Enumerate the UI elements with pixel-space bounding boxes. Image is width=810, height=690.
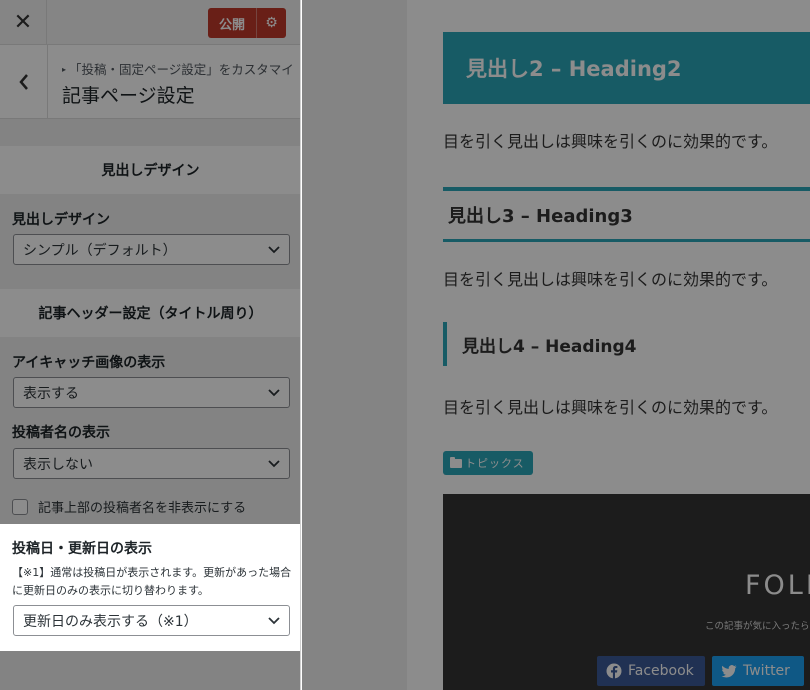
author-label: 投稿者名の表示 <box>12 425 110 441</box>
author-value: 表示しない <box>23 456 93 473</box>
paragraph-2: 目を引く見出しは興味を引くのに効果的です。 <box>443 270 778 289</box>
chevron-down-icon <box>268 389 280 397</box>
publish-button[interactable]: 公開 ⚙ <box>208 8 286 38</box>
hide-author-checkbox-row[interactable]: 記事上部の投稿者名を非表示にする <box>12 497 246 516</box>
panel-title: 記事ページ設定 <box>62 85 195 107</box>
hide-author-checkbox[interactable] <box>12 498 28 515</box>
heading-2: 見出し2 – Heading2 <box>443 32 810 104</box>
heading-design-group-title: 見出しデザイン <box>0 146 300 194</box>
twitter-follow-button[interactable]: Twitter <box>712 656 804 686</box>
chevron-down-icon <box>268 617 280 625</box>
date-display-select[interactable]: 更新日のみ表示する（※1） <box>13 605 290 636</box>
facebook-icon <box>606 663 622 679</box>
facebook-label: Facebook <box>628 663 694 679</box>
close-customizer-button[interactable]: ✕ <box>0 0 47 45</box>
author-select[interactable]: 表示しない <box>13 448 290 479</box>
preview-article: 見出し2 – Heading2 目を引く見出しは興味を引くのに効果的です。 見出… <box>407 0 810 690</box>
back-button[interactable] <box>0 45 48 119</box>
twitter-bird-icon <box>721 665 737 678</box>
customizer-sidebar: ✕ 公開 ⚙ ▸ 「投稿・固定ページ設定」をカスタマイズ中 記事ページ設定 見出し… <box>0 0 301 690</box>
follow-subtitle: この記事が気に入ったらフォローしよう <box>705 621 810 632</box>
date-display-label: 投稿日・更新日の表示 <box>12 541 152 557</box>
breadcrumb-text: 「投稿・固定ページ設定」をカスタマイズ中 <box>69 62 294 77</box>
chevron-left-icon <box>18 74 28 90</box>
facebook-follow-button[interactable]: Facebook <box>597 656 705 686</box>
paragraph-3: 目を引く見出しは興味を引くのに効果的です。 <box>443 398 778 417</box>
eyecatch-value: 表示する <box>23 385 79 402</box>
breadcrumb: ▸ 「投稿・固定ページ設定」をカスタマイズ中 <box>62 59 294 78</box>
chevron-down-icon <box>268 460 280 468</box>
heading-3: 見出し3 – Heading3 <box>443 187 810 242</box>
eyecatch-label: アイキャッチ画像の表示 <box>12 355 166 371</box>
site-preview: 見出し2 – Heading2 目を引く見出しは興味を引くのに効果的です。 見出… <box>302 0 810 690</box>
section-header: ▸ 「投稿・固定ページ設定」をカスタマイズ中 記事ページ設定 <box>0 45 300 119</box>
hide-author-checkbox-label: 記事上部の投稿者名を非表示にする <box>38 501 247 516</box>
breadcrumb-marker: ▸ <box>62 65 67 74</box>
date-display-note: 【※1】通常は投稿日が表示されます。更新があった場合に更新日のみの表示に切り替わ… <box>12 566 292 597</box>
heading-design-label: 見出しデザイン <box>12 212 110 228</box>
folder-icon <box>450 456 462 468</box>
close-icon: ✕ <box>13 10 33 35</box>
article-header-group-title: 記事ヘッダー設定（タイトル周り） <box>0 289 300 337</box>
date-display-value: 更新日のみ表示する（※1） <box>23 613 198 630</box>
eyecatch-select[interactable]: 表示する <box>13 377 290 408</box>
follow-title: FOLLOW <box>745 570 810 601</box>
category-badge[interactable]: トピックス <box>443 451 533 475</box>
heading-design-select[interactable]: シンプル（デフォルト） <box>13 234 290 265</box>
publish-label: 公開 <box>218 17 245 33</box>
twitter-label: Twitter <box>743 663 790 679</box>
heading-design-value: シンプル（デフォルト） <box>23 242 177 259</box>
customizer-topbar: ✕ 公開 ⚙ <box>0 0 300 45</box>
heading-4: 見出し4 – Heading4 <box>443 322 810 366</box>
paragraph-1: 目を引く見出しは興味を引くのに効果的です。 <box>443 132 778 151</box>
category-label: トピックス <box>465 457 525 470</box>
focus-overlay-bottom <box>0 651 300 690</box>
follow-box: FOLLOW この記事が気に入ったらフォローしよう Facebook Twitt… <box>443 494 810 690</box>
publish-settings-gear-icon[interactable]: ⚙ <box>256 8 286 38</box>
chevron-down-icon <box>268 246 280 254</box>
